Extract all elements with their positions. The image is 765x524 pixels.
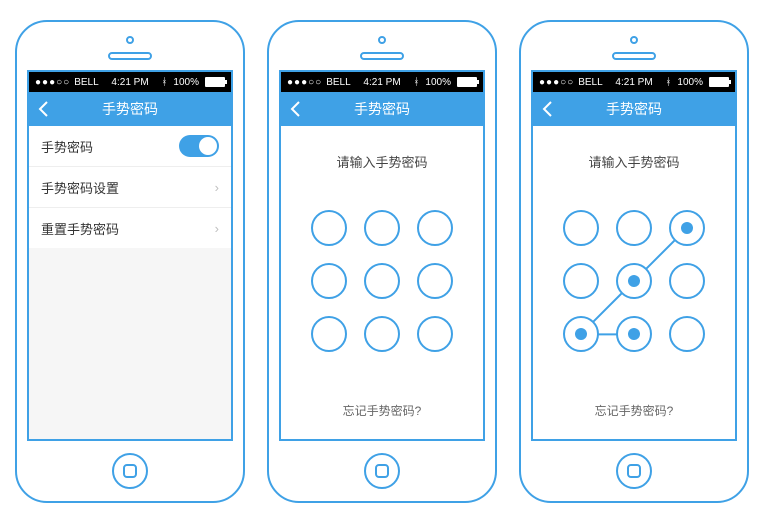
speaker-icon [360,52,404,60]
clock-label: 4:21 PM [111,77,148,88]
pattern-node-1[interactable] [563,210,599,246]
row-label: 重置手势密码 [41,219,119,238]
chevron-right-icon: › [215,180,219,195]
settings-list: 手势密码 手势密码设置 › 重置手势密码 › [29,126,231,248]
nav-bar: 手势密码 [281,92,483,126]
toggle-on[interactable] [179,135,219,157]
chevron-left-icon [539,100,557,118]
pattern-node-9[interactable] [669,316,705,352]
row-reset-gesture[interactable]: 重置手势密码 › [29,208,231,248]
pattern-node-9[interactable] [417,316,453,352]
home-button[interactable] [616,453,652,489]
screen: ●●●○○ BELL 4:21 PM ᚼ 100% 手势密码 请输入手势密码 [279,70,485,441]
row-gesture-settings[interactable]: 手势密码设置 › [29,167,231,208]
pattern-node-7[interactable] [563,316,599,352]
stage: ●●●○○ BELL 4:21 PM ᚼ 100% 手势密码 [0,0,765,524]
node-dot-icon [575,328,587,340]
phone-pattern-empty: ●●●○○ BELL 4:21 PM ᚼ 100% 手势密码 请输入手势密码 [267,20,497,503]
battery-label: 100% [425,77,451,88]
pattern-node-8[interactable] [616,316,652,352]
battery-icon [457,77,477,87]
pattern-node-5[interactable] [364,263,400,299]
signal-icon: ●●●○○ [35,77,70,88]
page-title: 手势密码 [102,99,158,119]
battery-label: 100% [677,77,703,88]
phone-settings: ●●●○○ BELL 4:21 PM ᚼ 100% 手势密码 [15,20,245,503]
back-button[interactable] [539,100,557,118]
home-icon [375,464,389,478]
chevron-left-icon [35,100,53,118]
bluetooth-icon: ᚼ [413,77,419,88]
battery-label: 100% [173,77,199,88]
page-title: 手势密码 [606,99,662,119]
pattern-node-6[interactable] [669,263,705,299]
settings-body: 手势密码 手势密码设置 › 重置手势密码 › [29,126,231,439]
carrier-label: BELL [326,77,350,88]
pattern-grid[interactable] [302,201,462,361]
battery-icon [205,77,225,87]
forgot-link[interactable]: 忘记手势密码? [281,402,483,419]
status-bar: ●●●○○ BELL 4:21 PM ᚼ 100% [533,72,735,92]
pattern-node-6[interactable] [417,263,453,299]
forgot-link[interactable]: 忘记手势密码? [533,402,735,419]
speaker-icon [612,52,656,60]
carrier-label: BELL [74,77,98,88]
camera-icon [126,36,134,44]
pattern-node-2[interactable] [616,210,652,246]
pattern-node-3[interactable] [417,210,453,246]
row-label: 手势密码 [41,137,93,156]
pattern-node-8[interactable] [364,316,400,352]
bluetooth-icon: ᚼ [665,77,671,88]
screen: ●●●○○ BELL 4:21 PM ᚼ 100% 手势密码 [27,70,233,441]
home-button[interactable] [364,453,400,489]
speaker-icon [108,52,152,60]
nav-bar: 手势密码 [533,92,735,126]
battery-icon [709,77,729,87]
back-button[interactable] [287,100,305,118]
status-bar: ●●●○○ BELL 4:21 PM ᚼ 100% [29,72,231,92]
row-label: 手势密码设置 [41,178,119,197]
chevron-right-icon: › [215,221,219,236]
bluetooth-icon: ᚼ [161,77,167,88]
node-dot-icon [681,222,693,234]
pattern-grid[interactable] [554,201,714,361]
phone-pattern-drawing: ●●●○○ BELL 4:21 PM ᚼ 100% 手势密码 请输入手势密码 [519,20,749,503]
pattern-prompt: 请输入手势密码 [533,152,735,171]
home-button[interactable] [112,453,148,489]
pattern-node-5[interactable] [616,263,652,299]
camera-icon [630,36,638,44]
chevron-left-icon [287,100,305,118]
node-dot-icon [628,328,640,340]
pattern-node-4[interactable] [311,263,347,299]
pattern-prompt: 请输入手势密码 [281,152,483,171]
clock-label: 4:21 PM [615,77,652,88]
page-title: 手势密码 [354,99,410,119]
pattern-node-1[interactable] [311,210,347,246]
signal-icon: ●●●○○ [287,77,322,88]
pattern-node-7[interactable] [311,316,347,352]
carrier-label: BELL [578,77,602,88]
node-dot-icon [628,275,640,287]
pattern-body: 请输入手势密码 忘记手势密码? [533,126,735,439]
pattern-node-2[interactable] [364,210,400,246]
screen: ●●●○○ BELL 4:21 PM ᚼ 100% 手势密码 请输入手势密码 [531,70,737,441]
row-gesture-toggle[interactable]: 手势密码 [29,126,231,167]
home-icon [123,464,137,478]
clock-label: 4:21 PM [363,77,400,88]
pattern-node-4[interactable] [563,263,599,299]
status-bar: ●●●○○ BELL 4:21 PM ᚼ 100% [281,72,483,92]
home-icon [627,464,641,478]
camera-icon [378,36,386,44]
pattern-node-3[interactable] [669,210,705,246]
signal-icon: ●●●○○ [539,77,574,88]
nav-bar: 手势密码 [29,92,231,126]
back-button[interactable] [35,100,53,118]
pattern-body: 请输入手势密码 忘记手势密码? [281,126,483,439]
